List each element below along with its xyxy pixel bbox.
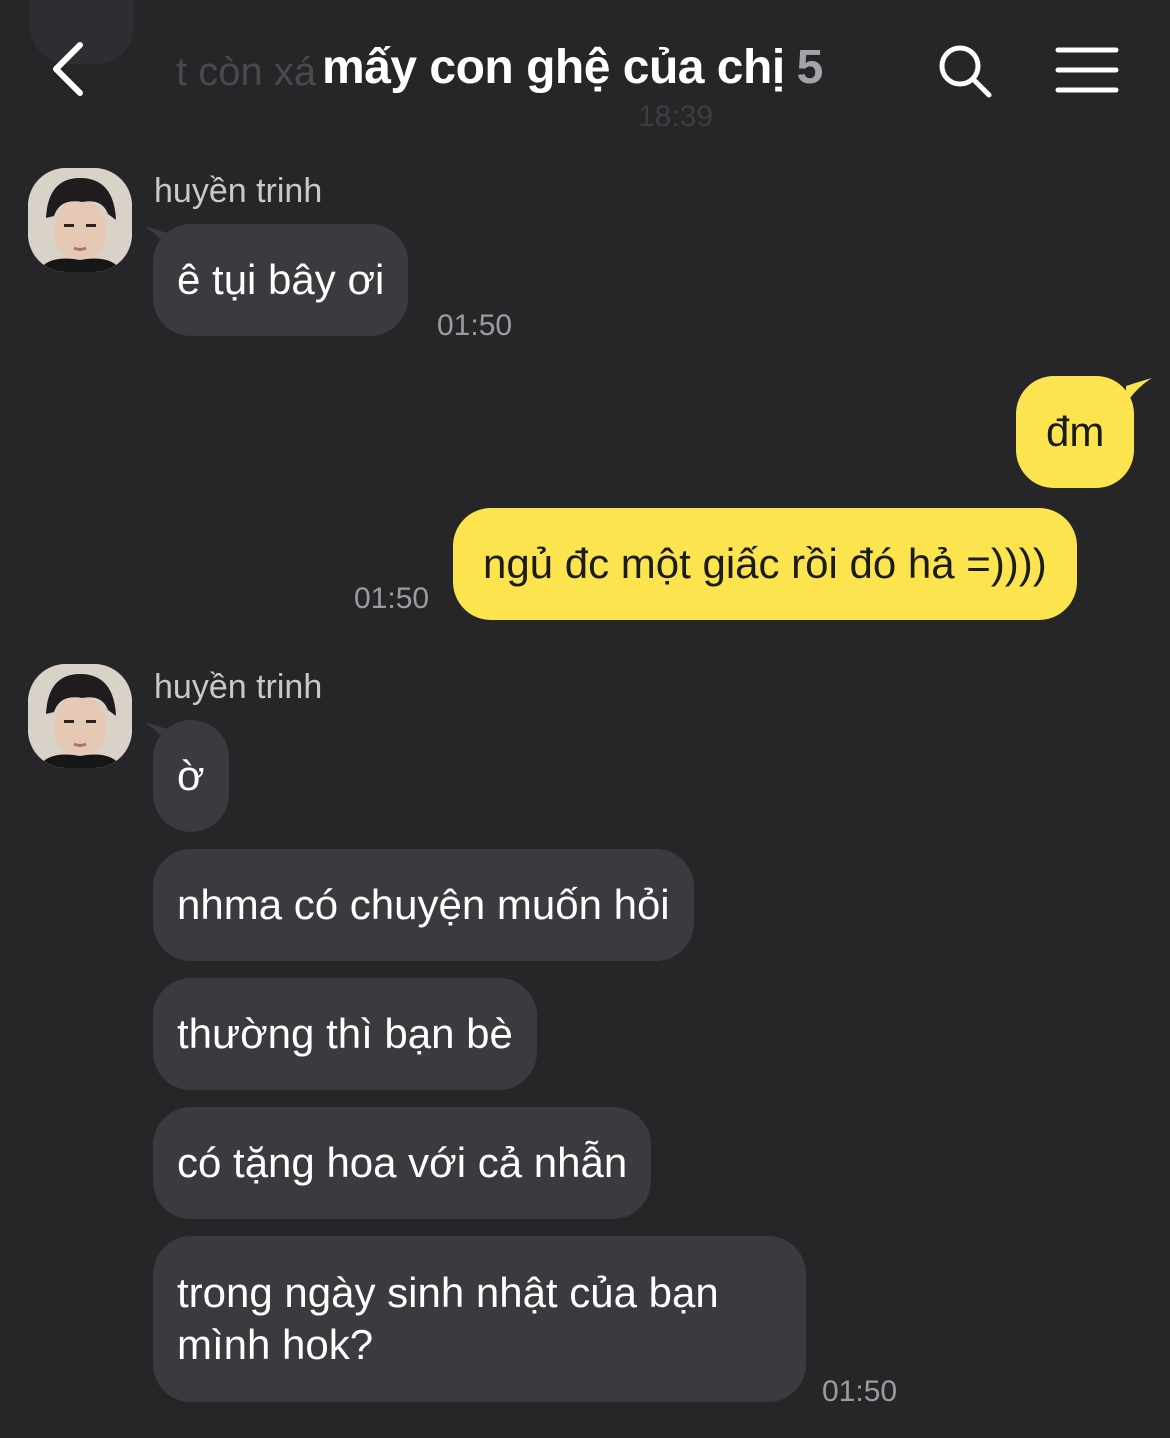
message-bubble[interactable]: trong ngày sinh nhật của bạn mình hok? [153, 1236, 806, 1402]
search-icon [939, 45, 992, 98]
message-time: 01:50 [437, 309, 513, 342]
chat-screen: t còn xá 18:39 mấy con ghệ của chị 5 huy… [0, 0, 1170, 1438]
message-text-line: mình hok? [177, 1321, 374, 1368]
chat-title-text: mấy con ghệ của chị [322, 41, 785, 94]
message-bubble[interactable]: đm [1016, 376, 1135, 488]
profile-photo [28, 664, 132, 768]
message-bubble[interactable]: ê tụi bây ơi [153, 224, 409, 336]
message-bubble[interactable]: ngủ đc một giấc rồi đó hả =)))) [453, 508, 1077, 620]
back-button[interactable] [38, 36, 98, 102]
message-text: ờ [177, 752, 205, 799]
message-bubble[interactable]: ờ [153, 720, 229, 832]
message-text-line: trong ngày sinh nhật của bạn [177, 1269, 719, 1316]
sender-name: huyền trinh [154, 172, 323, 210]
chevron-left-icon [53, 42, 83, 96]
message-text: ê tụi bây ơi [177, 256, 385, 303]
sender-name: huyền trinh [154, 668, 323, 706]
sender-avatar[interactable] [28, 168, 132, 272]
faded-preview-time: 18:39 [638, 100, 714, 133]
hamburger-menu-icon [1055, 47, 1119, 93]
member-count: 5 [796, 41, 824, 94]
message-time: 01:50 [354, 582, 430, 615]
faded-preview-text: t còn xá [176, 50, 317, 94]
message-text: đm [1046, 408, 1105, 455]
chat-title: mấy con ghệ của chị 5 [322, 40, 823, 95]
message-bubble[interactable]: có tặng hoa với cả nhẫn [153, 1107, 652, 1219]
message-bubble[interactable]: thường thì bạn bè [153, 978, 537, 1090]
message-text: có tặng hoa với cả nhẫn [177, 1139, 628, 1186]
message-time: 01:50 [822, 1375, 898, 1408]
message-text: nhma có chuyện muốn hỏi [177, 881, 670, 928]
message-text: ngủ đc một giấc rồi đó hả =)))) [483, 540, 1047, 587]
message-text: thường thì bạn bè [177, 1010, 513, 1057]
search-button[interactable] [930, 36, 1000, 106]
chat-header: t còn xá 18:39 mấy con ghệ của chị 5 [0, 0, 1170, 150]
message-bubble[interactable]: nhma có chuyện muốn hỏi [153, 849, 694, 961]
profile-photo [28, 168, 132, 272]
sender-avatar[interactable] [28, 664, 132, 768]
menu-button[interactable] [1050, 38, 1124, 102]
